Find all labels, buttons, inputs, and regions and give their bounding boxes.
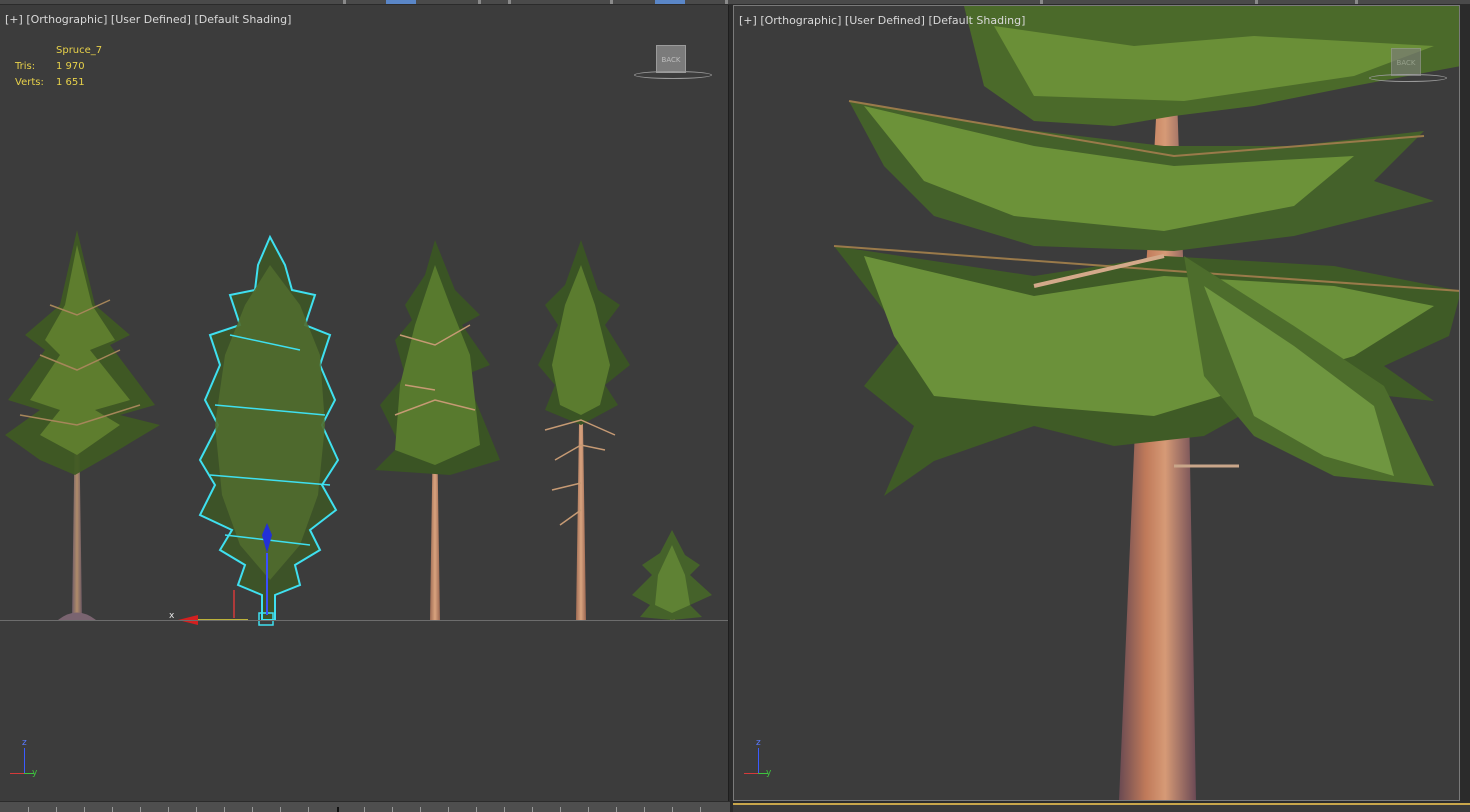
axis-tripod-icon: z y — [734, 738, 774, 782]
scene-stats-overlay: Spruce_7 Tris: 1 970 Verts: 1 651 — [15, 43, 102, 91]
spruce-closeup[interactable] — [833, 6, 1460, 801]
toolbar-divider — [725, 0, 728, 4]
viewcube-compass-ring[interactable] — [634, 71, 712, 79]
viewport-shading-menu[interactable]: [Default Shading] — [194, 13, 291, 26]
viewport-camera-menu[interactable]: [User Defined] — [111, 13, 191, 26]
tris-label: Tris: — [15, 61, 36, 72]
viewport-view-menu[interactable]: [Orthographic] — [26, 13, 107, 26]
axis-tripod-icon: z y — [0, 738, 40, 782]
viewport-shading-menu[interactable]: [Default Shading] — [928, 14, 1025, 27]
verts-label: Verts: — [15, 77, 44, 88]
selected-object-name: Spruce_7 — [56, 45, 103, 56]
axis-y-label: y — [766, 768, 772, 778]
viewcube[interactable]: BACK — [1369, 48, 1449, 88]
spruce-sapling[interactable] — [632, 530, 712, 620]
spruce-tree-selected[interactable] — [178, 234, 340, 626]
viewport-plus-menu[interactable]: [+] — [5, 13, 23, 26]
toolbar-active-button[interactable] — [655, 0, 685, 4]
viewcube-compass-ring[interactable] — [1369, 74, 1447, 82]
axis-y-label: y — [32, 768, 38, 778]
verts-value: 1 651 — [56, 77, 85, 88]
axis-z-label: z — [756, 738, 761, 748]
toolbar-divider — [343, 0, 346, 4]
spruce-tree-3[interactable] — [375, 240, 500, 620]
viewport-label[interactable]: [+] [Orthographic] [User Defined] [Defau… — [739, 14, 1025, 27]
toolbar-active-button[interactable] — [386, 0, 416, 4]
toolbar-divider — [478, 0, 481, 4]
viewcube-face-back[interactable]: BACK — [1391, 48, 1421, 76]
toolbar-divider — [1040, 0, 1043, 4]
viewport-plus-menu[interactable]: [+] — [739, 14, 757, 27]
top-toolbar-strip — [0, 0, 1470, 4]
toolbar-divider — [610, 0, 613, 4]
gizmo-x-label: x — [169, 611, 175, 621]
viewport-camera-menu[interactable]: [User Defined] — [845, 14, 925, 27]
toolbar-divider — [1355, 0, 1358, 4]
viewport-right-orthographic[interactable]: [+] [Orthographic] [User Defined] [Defau… — [733, 5, 1460, 801]
axis-z-label: z — [22, 738, 27, 748]
timeline-ruler[interactable] — [0, 802, 730, 812]
right-scene-render — [833, 6, 1460, 801]
ground-grid-line — [0, 620, 728, 621]
active-viewport-edge — [733, 803, 1470, 812]
spruce-tree-4[interactable] — [538, 240, 630, 620]
viewcube-face-back[interactable]: BACK — [656, 45, 686, 73]
viewport-label[interactable]: [+] [Orthographic] [User Defined] [Defau… — [5, 13, 291, 26]
tris-value: 1 970 — [56, 61, 85, 72]
viewcube[interactable]: BACK — [634, 45, 714, 85]
viewport-left-orthographic[interactable]: [+] [Orthographic] [User Defined] [Defau… — [0, 5, 729, 801]
viewport-view-menu[interactable]: [Orthographic] — [760, 14, 841, 27]
toolbar-divider — [1255, 0, 1258, 4]
toolbar-divider — [508, 0, 511, 4]
spruce-tree-1[interactable] — [5, 230, 160, 620]
left-scene-render — [5, 230, 712, 626]
